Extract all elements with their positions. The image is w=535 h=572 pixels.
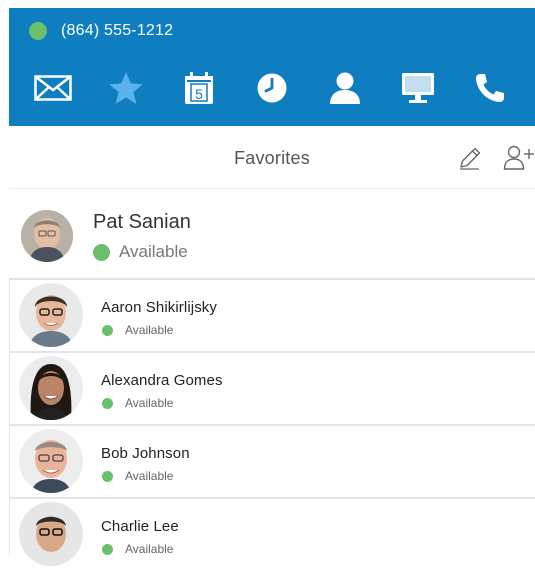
status-label: Available: [125, 542, 174, 556]
nav-favorites[interactable]: [102, 66, 150, 110]
svg-text:5: 5: [195, 86, 203, 102]
presence-dot: [29, 22, 47, 40]
avatar: [19, 502, 83, 566]
presence-dot: [102, 543, 113, 555]
contact-name: Bob Johnson: [101, 445, 190, 462]
my-status: Available: [93, 242, 188, 262]
contact-status: Available: [102, 396, 173, 410]
presence-dot: [93, 243, 110, 261]
contact-status: Available: [102, 469, 173, 483]
avatar: [19, 283, 83, 347]
user-status-row[interactable]: (864) 555-1212: [29, 22, 173, 40]
list-item[interactable]: Bob Johnson Available: [10, 426, 535, 499]
monitor-icon: [401, 73, 434, 103]
avatar: [21, 210, 73, 262]
nav-contacts[interactable]: [321, 66, 369, 110]
app-header: (864) 555-1212 5: [9, 8, 535, 126]
nav-messages[interactable]: [29, 66, 77, 110]
add-favorite-button[interactable]: [503, 145, 535, 176]
add-user-icon: [503, 145, 534, 170]
favorites-toolbar: Favorites: [9, 126, 535, 189]
contact-name: Aaron Shikirlijsky: [101, 299, 217, 316]
my-profile-row[interactable]: Pat Sanian Available: [9, 190, 535, 278]
favorites-list: Aaron Shikirlijsky Available Alexandra G…: [9, 278, 535, 566]
avatar: [19, 356, 83, 420]
edit-favorites-button[interactable]: [457, 145, 483, 176]
nav-history[interactable]: [248, 66, 296, 110]
envelope-icon: [34, 75, 73, 101]
star-icon: [109, 72, 144, 104]
status-label: Available: [125, 469, 174, 483]
nav-meetings[interactable]: [394, 66, 442, 110]
status-label: Available: [119, 242, 188, 261]
phone-icon: [476, 74, 505, 102]
pencil-icon: [460, 147, 481, 170]
presence-dot: [102, 324, 113, 336]
status-label: Available: [125, 396, 174, 410]
presence-dot: [102, 470, 113, 482]
phone-number: (864) 555-1212: [61, 22, 174, 39]
contact-name: Alexandra Gomes: [101, 372, 223, 389]
person-icon: [329, 72, 360, 104]
contact-status: Available: [102, 542, 173, 556]
nav-dialer[interactable]: [466, 66, 514, 110]
status-label: Available: [125, 323, 174, 337]
clock-icon: [257, 73, 287, 103]
avatar: [19, 429, 83, 493]
main-nav: 5: [9, 66, 535, 110]
calendar-icon: 5: [185, 72, 214, 104]
nav-calendar[interactable]: 5: [175, 66, 223, 110]
list-item[interactable]: Charlie Lee Available: [10, 499, 535, 572]
contact-name: Charlie Lee: [101, 518, 179, 535]
contact-status: Available: [102, 323, 173, 337]
presence-dot: [102, 397, 113, 409]
list-item[interactable]: Alexandra Gomes Available: [10, 353, 535, 426]
list-item[interactable]: Aaron Shikirlijsky Available: [10, 280, 535, 353]
my-name: Pat Sanian: [93, 211, 191, 233]
